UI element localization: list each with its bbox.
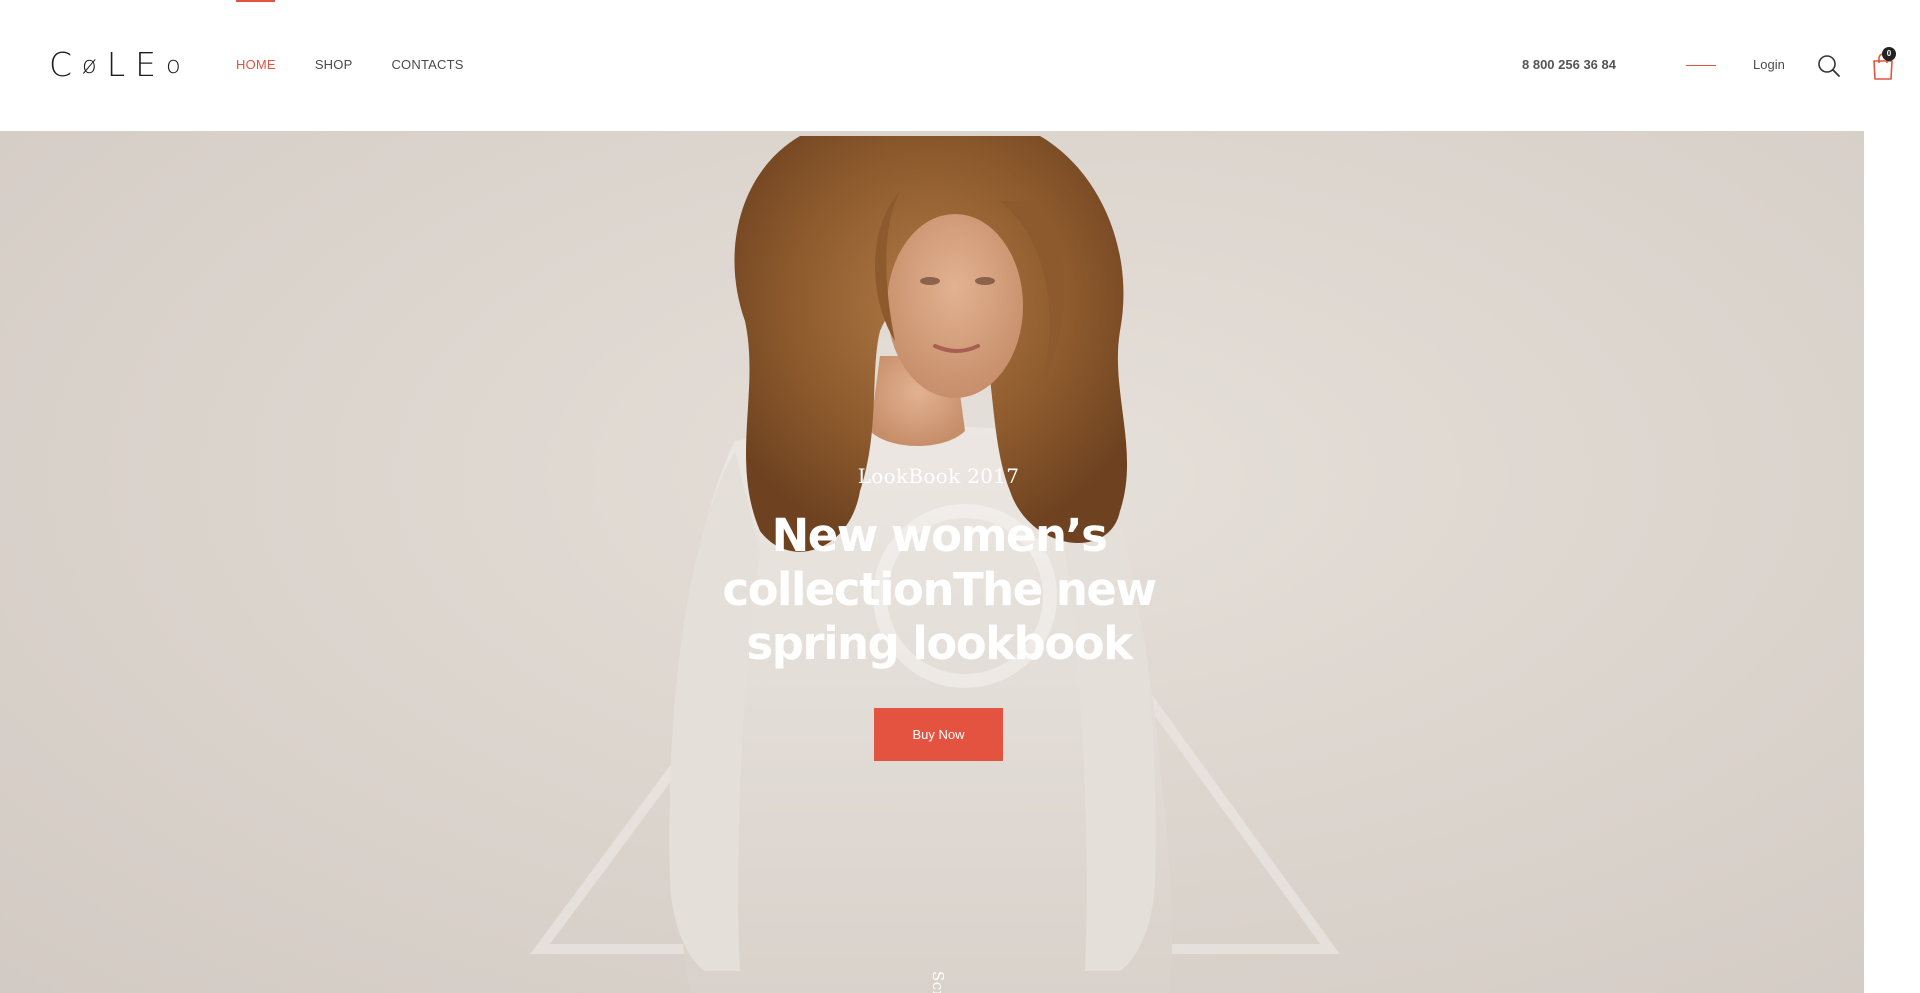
logo-letter: o [165, 51, 191, 79]
logo-letter: C [49, 45, 83, 84]
nav-item-shop[interactable]: SHOP [315, 55, 353, 75]
search-icon [1818, 55, 1840, 77]
nav-item-home[interactable]: HOME [236, 55, 276, 75]
login-link[interactable]: Login [1753, 55, 1785, 75]
logo-letter: L [106, 45, 136, 84]
phone-number[interactable]: 8 800 256 36 84 [1522, 55, 1616, 75]
hero-title: New women’s collectionThe new spring loo… [722, 509, 1157, 670]
header-divider [1686, 65, 1716, 66]
hero-banner: LookBook 2017 New women’s collectionThe … [0, 131, 1864, 993]
active-nav-indicator [236, 0, 275, 2]
logo-letter: E [135, 45, 166, 84]
page-right-gutter [1864, 131, 1920, 993]
logo-letter: ø [82, 51, 107, 79]
logo[interactable]: C ø L E o [49, 45, 191, 85]
main-nav: HOME SHOP CONTACTS [236, 55, 464, 75]
nav-item-contacts[interactable]: CONTACTS [391, 55, 463, 75]
buy-now-button[interactable]: Buy Now [874, 708, 1003, 761]
hero-subtitle: LookBook 2017 [857, 464, 1020, 488]
scroll-indicator[interactable]: Scroll [929, 971, 947, 993]
site-header: C ø L E o HOME SHOP CONTACTS 8 800 256 3… [0, 0, 1920, 131]
search-button[interactable] [1817, 54, 1841, 78]
cart-count-badge: 0 [1882, 47, 1896, 61]
